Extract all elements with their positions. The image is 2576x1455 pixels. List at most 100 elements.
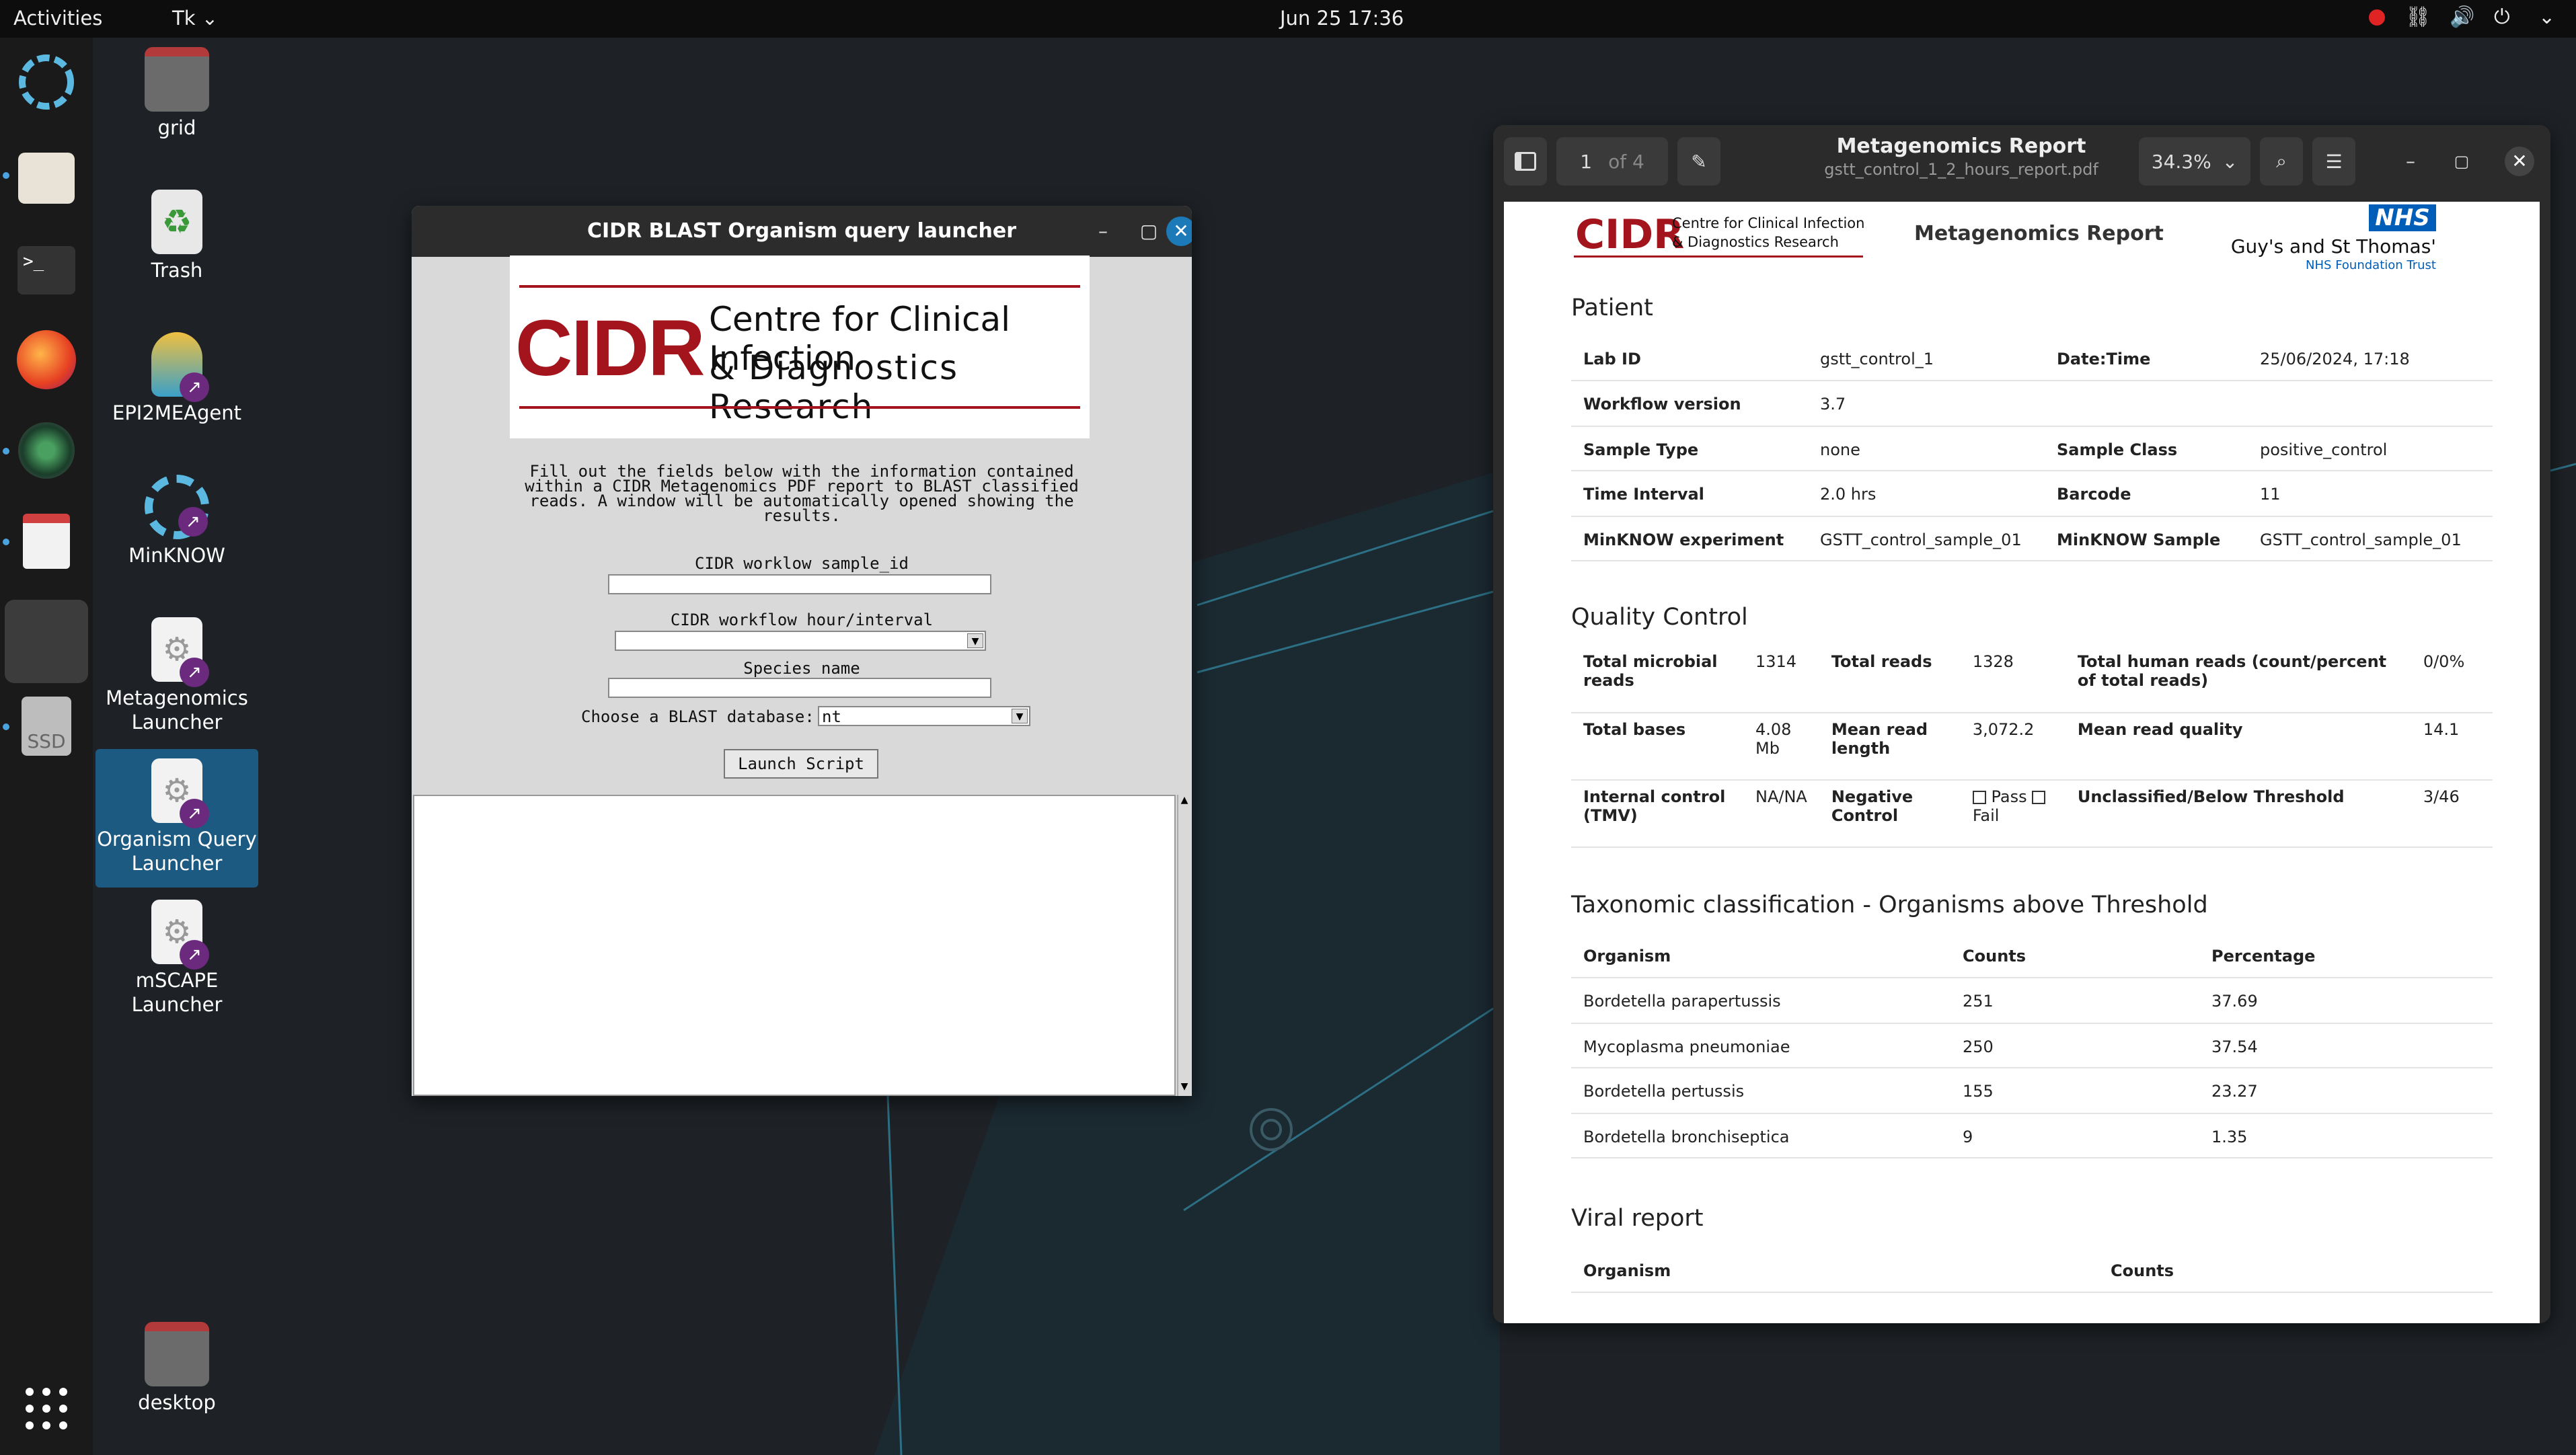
- patient-table: Lab ID gstt_control_1 Date:Time 25/06/20…: [1571, 336, 2493, 561]
- running-indicator: [3, 448, 9, 455]
- show-apps-button[interactable]: [13, 1376, 79, 1442]
- dock-files[interactable]: [13, 145, 79, 211]
- launch-script-button[interactable]: Launch Script: [724, 749, 878, 779]
- unclassified-key: Unclassified/Below Threshold: [2065, 780, 2411, 848]
- date-value: 25/06/2024, 17:18: [2248, 336, 2493, 381]
- sample-class-key: Sample Class: [2045, 426, 2248, 471]
- fail-checkbox[interactable]: [2032, 791, 2046, 804]
- desktop-icon-label: Metagenomics Launcher: [106, 686, 248, 734]
- interval-label: CIDR workflow hour/interval: [670, 611, 934, 629]
- pdf-viewer-window: 1 of 4 ✎ Metagenomics Report gstt_contro…: [1493, 125, 2550, 1323]
- hamburger-menu-icon: ☰: [2325, 150, 2343, 173]
- minknow-experiment-value: GSTT_control_sample_01: [1808, 516, 2045, 561]
- desktop-icon-trash[interactable]: ♻ Trash: [96, 190, 258, 282]
- search-icon: ⌕: [2276, 150, 2287, 172]
- minimize-button[interactable]: –: [2396, 147, 2425, 176]
- db-value: nt: [822, 707, 841, 726]
- maximize-button[interactable]: ▢: [1134, 217, 1164, 246]
- desktop-icon-organism-query-launcher[interactable]: ⚙ ↗ Organism Query Launcher: [96, 749, 258, 888]
- dock-firefox[interactable]: [13, 327, 79, 393]
- dock-terminal[interactable]: >_: [13, 237, 79, 303]
- sidebar-toggle-button[interactable]: [1504, 137, 1547, 186]
- activities-button[interactable]: Activities: [13, 7, 102, 30]
- column-header: Organism: [1571, 1248, 2098, 1293]
- network-icon[interactable]: ⛓: [2405, 5, 2431, 30]
- percentage-cell: 1.35: [2199, 1113, 2493, 1158]
- dock: >_ SSD: [0, 38, 93, 1455]
- dropdown-arrow-icon[interactable]: ▼: [967, 633, 983, 648]
- power-icon[interactable]: ⏻: [2494, 5, 2518, 30]
- negative-control-key: Negative Control: [1819, 780, 1961, 848]
- table-header-row: Organism Counts: [1571, 1248, 2493, 1293]
- db-select[interactable]: nt ▼: [818, 706, 1030, 726]
- volume-icon[interactable]: 🔊: [2450, 5, 2474, 30]
- total-microbial-reads-key: Total microbial reads: [1571, 645, 1743, 713]
- annotate-button[interactable]: ✎: [1677, 137, 1720, 186]
- desktop-icon-epi2meagent[interactable]: ↗ EPI2MEAgent: [96, 332, 258, 425]
- taxonomic-section-title: Taxonomic classification - Organisms abo…: [1571, 892, 2208, 918]
- scroll-down-arrow-icon[interactable]: ▼: [1178, 1081, 1190, 1096]
- running-indicator: [3, 539, 9, 545]
- close-button[interactable]: ✕: [1166, 217, 1192, 246]
- zoom-dropdown[interactable]: 34.3% ⌄: [2139, 137, 2250, 186]
- dock-tk-app[interactable]: [5, 600, 88, 683]
- barcode-key: Barcode: [2045, 471, 2248, 517]
- menu-button[interactable]: ☰: [2312, 137, 2355, 186]
- table-row: Workflow version 3.7: [1571, 381, 2493, 427]
- desktop-icon-desktop[interactable]: desktop: [96, 1322, 258, 1415]
- output-scrollbar[interactable]: ▲ ▼: [1177, 795, 1190, 1096]
- running-indicator: [3, 172, 9, 179]
- shortcut-arrow-icon: ↗: [178, 507, 208, 537]
- minknow-sample-key: MinKNOW Sample: [2045, 516, 2248, 561]
- dock-minknow[interactable]: [13, 49, 79, 115]
- app-menu[interactable]: Tk ⌄: [172, 7, 218, 30]
- pdf-subtitle: gstt_control_1_2_hours_report.pdf: [1824, 160, 2098, 179]
- scroll-up-arrow-icon[interactable]: ▲: [1178, 795, 1190, 810]
- report-cidr-line1: Centre for Clinical Infection: [1672, 215, 1865, 231]
- desktop-icon-minknow[interactable]: ↗ MinKNOW: [96, 475, 258, 567]
- sample-type-key: Sample Type: [1571, 426, 1808, 471]
- lab-id-key: Lab ID: [1571, 336, 1808, 381]
- system-tray[interactable]: ⛓ 🔊 ⏻ ⌄: [2369, 5, 2563, 30]
- percentage-cell: 23.27: [2199, 1068, 2493, 1114]
- close-button[interactable]: ✕: [2505, 147, 2534, 176]
- dock-camera[interactable]: [13, 418, 79, 483]
- dock-document-viewer[interactable]: [13, 508, 79, 574]
- clock[interactable]: Jun 25 17:36: [1280, 7, 1404, 30]
- dropdown-arrow-icon[interactable]: ▼: [1012, 709, 1028, 723]
- minimize-button[interactable]: –: [1088, 217, 1118, 246]
- interval-select[interactable]: ▼: [615, 631, 986, 651]
- dock-ssd[interactable]: SSD: [13, 693, 79, 759]
- pdf-title: Metagenomics Report: [1836, 134, 2086, 158]
- barcode-value: 11: [2248, 471, 2493, 517]
- report-heading: Metagenomics Report: [1914, 222, 2164, 245]
- species-input[interactable]: [608, 678, 991, 698]
- zoom-level: 34.3%: [2151, 150, 2211, 173]
- folder-icon: [145, 1322, 209, 1386]
- minknow-sample-value: GSTT_control_sample_01: [2248, 516, 2493, 561]
- desktop-icon-metagenomics-launcher[interactable]: ⚙ ↗ Metagenomics Launcher: [96, 617, 258, 734]
- desktop-icon-label: MinKNOW: [128, 544, 225, 567]
- desktop-icon-mscape-launcher[interactable]: ⚙ ↗ mSCAPE Launcher: [96, 900, 258, 1017]
- internal-control-key: Internal control (TMV): [1571, 780, 1743, 848]
- page-number-field[interactable]: 1 of 4: [1556, 137, 1668, 186]
- chevron-down-icon[interactable]: ⌄: [2538, 5, 2563, 30]
- output-textarea[interactable]: [413, 795, 1176, 1096]
- patient-section-title: Patient: [1571, 294, 1653, 321]
- fail-label: Fail: [1972, 806, 2000, 825]
- negative-control-value: Pass Fail: [1960, 780, 2066, 848]
- table-row: Internal control (TMV) NA/NA Negative Co…: [1571, 780, 2493, 848]
- table-row: Bordetella pertussis 155 23.27: [1571, 1068, 2493, 1114]
- sample-id-input[interactable]: [608, 574, 991, 594]
- search-button[interactable]: ⌕: [2260, 137, 2303, 186]
- table-row: Sample Type none Sample Class positive_c…: [1571, 426, 2493, 471]
- maximize-button[interactable]: ▢: [2447, 147, 2476, 176]
- pdf-page[interactable]: CIDR Centre for Clinical Infection & Dia…: [1504, 202, 2540, 1323]
- window-titlebar[interactable]: CIDR BLAST Organism query launcher – ▢ ✕: [412, 206, 1192, 257]
- pass-checkbox[interactable]: [1972, 791, 1986, 804]
- desktop-icon-grid[interactable]: grid: [96, 47, 258, 140]
- record-indicator-icon[interactable]: [2369, 9, 2385, 26]
- workflow-version-key: Workflow version: [1571, 381, 1808, 427]
- pdf-headerbar[interactable]: 1 of 4 ✎ Metagenomics Report gstt_contro…: [1493, 125, 2550, 199]
- total-human-reads-value: 0/0%: [2411, 645, 2493, 713]
